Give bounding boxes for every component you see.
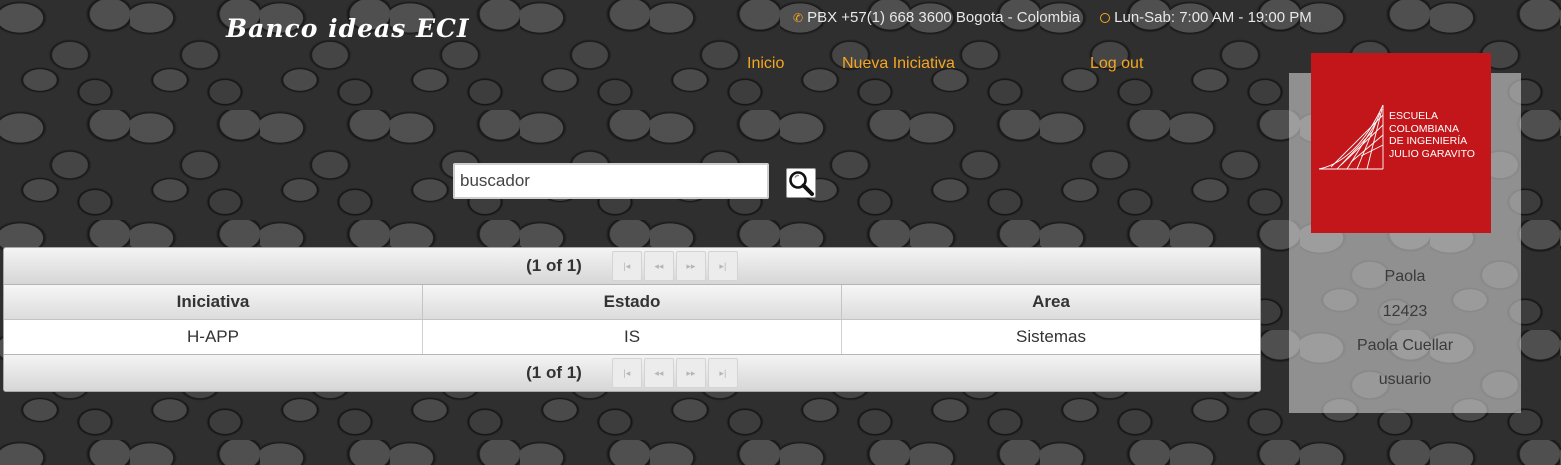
nav-logout-link[interactable]: Log out — [1090, 55, 1143, 73]
cell-iniciativa: H-APP — [4, 319, 423, 354]
phone-info: ✆ PBX +57(1) 668 3600 Bogota - Colombia — [793, 9, 1080, 26]
first-page-icon[interactable]: |◂ — [611, 251, 642, 281]
paginator-buttons: |◂ ◂◂ ▸▸ ▸| — [611, 251, 738, 281]
nav-inicio-link[interactable]: Inicio — [747, 55, 784, 73]
column-header-estado[interactable]: Estado — [422, 285, 842, 320]
next-page-icon[interactable]: ▸▸ — [675, 251, 706, 281]
page-report: (1 of 1) — [526, 363, 582, 382]
phone-text: PBX +57(1) 668 3600 Bogota - Colombia — [807, 9, 1081, 26]
profile-role: usuario — [1378, 371, 1432, 388]
search-input[interactable] — [453, 163, 769, 199]
paginator-top: (1 of 1) |◂ ◂◂ ▸▸ ▸| — [4, 248, 1260, 285]
cell-estado: IS — [422, 319, 842, 354]
logo-line: Colombiana — [1389, 122, 1460, 135]
profile-full-name: Paola Cuellar — [1356, 337, 1454, 354]
logo-line: Julio Garavito — [1389, 147, 1475, 160]
prev-page-icon[interactable]: ◂◂ — [643, 358, 674, 388]
logo-line: de Ingeniería — [1389, 135, 1468, 147]
clock-icon — [1100, 12, 1111, 23]
next-page-icon[interactable]: ▸▸ — [675, 358, 706, 388]
hours-info: Lun-Sab: 7:00 AM - 19:00 PM — [1100, 9, 1312, 26]
header-row: Iniciativa Estado Area — [4, 285, 1260, 320]
logo-text: Escuela Colombiana de Ingeniería Julio G… — [1389, 110, 1475, 160]
initiatives-table: (1 of 1) |◂ ◂◂ ▸▸ ▸| Iniciativa Estado A… — [3, 247, 1261, 392]
logo-mark-icon — [1318, 104, 1384, 170]
nav-nueva-iniciativa-link[interactable]: Nueva Iniciativa — [842, 55, 955, 73]
table-row[interactable]: H-APP IS Sistemas — [4, 319, 1260, 354]
university-logo: Escuela Colombiana de Ingeniería Julio G… — [1311, 53, 1491, 233]
search-icon — [789, 171, 814, 196]
prev-page-icon[interactable]: ◂◂ — [643, 251, 674, 281]
page-report: (1 of 1) — [526, 256, 582, 275]
paginator-bottom: (1 of 1) |◂ ◂◂ ▸▸ ▸| — [4, 354, 1260, 391]
hours-text: Lun-Sab: 7:00 AM - 19:00 PM — [1114, 9, 1312, 26]
profile-name: Paola — [1384, 268, 1426, 285]
last-page-icon[interactable]: ▸| — [707, 251, 738, 281]
site-brand: Banco ideas ECI — [226, 14, 470, 43]
first-page-icon[interactable]: |◂ — [611, 358, 642, 388]
contact-info: ✆ PBX +57(1) 668 3600 Bogota - Colombia … — [793, 9, 1312, 26]
data-grid: Iniciativa Estado Area H-APP IS Sistemas — [4, 285, 1260, 354]
column-header-area[interactable]: Area — [841, 285, 1260, 320]
cell-area: Sistemas — [1016, 327, 1086, 346]
paginator-buttons: |◂ ◂◂ ▸▸ ▸| — [611, 358, 738, 388]
column-header-iniciativa[interactable]: Iniciativa — [4, 285, 423, 320]
last-page-icon[interactable]: ▸| — [707, 358, 738, 388]
logo-line: Escuela — [1389, 110, 1439, 122]
search-button[interactable] — [786, 168, 816, 198]
profile-id: 12423 — [1382, 303, 1428, 320]
phone-icon: ✆ — [793, 10, 804, 25]
